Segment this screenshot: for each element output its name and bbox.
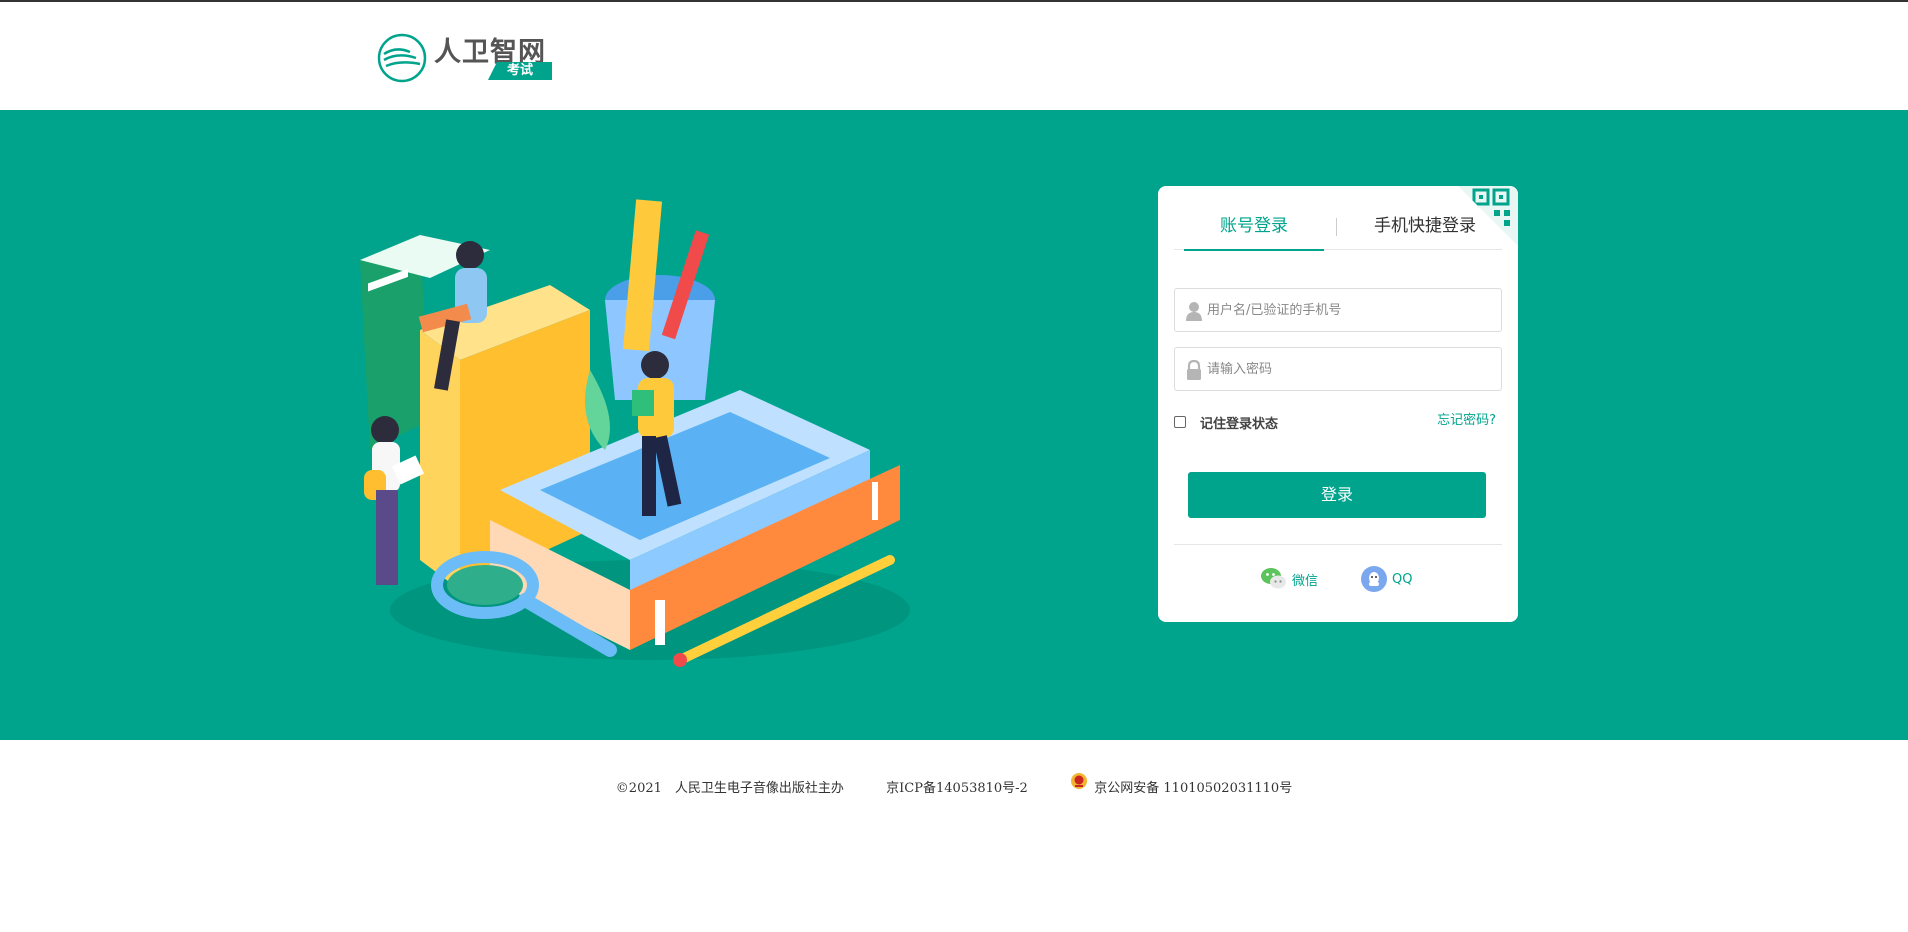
footer-copyright: ©2021 人民卫生电子音像出版社主办 <box>615 781 844 796</box>
logo-mark-icon <box>377 33 427 83</box>
user-icon <box>1186 302 1202 321</box>
hero-banner: 账号登录 手机快捷登录 记住登录状态 忘记密码? 登录 <box>0 110 1908 740</box>
username-input[interactable] <box>1207 289 1497 331</box>
remember-checkbox[interactable] <box>1174 416 1186 428</box>
forgot-password-link[interactable]: 忘记密码? <box>1437 409 1496 428</box>
remember-login: 记住登录状态 <box>1174 412 1278 432</box>
username-field <box>1174 288 1502 332</box>
site-header: 人卫智网 考试 <box>0 2 1908 110</box>
tab-account-login[interactable]: 账号登录 <box>1184 210 1324 251</box>
study-illustration <box>360 199 910 667</box>
social-divider <box>1174 544 1502 545</box>
wechat-login[interactable]: 微信 <box>1260 564 1318 594</box>
tab-divider <box>1336 218 1337 236</box>
footer-icp-link[interactable]: 京ICP备14053810号-2 <box>886 777 1028 796</box>
login-button[interactable]: 登录 <box>1188 472 1486 518</box>
qq-icon <box>1361 566 1387 592</box>
login-card: 账号登录 手机快捷登录 记住登录状态 忘记密码? 登录 <box>1158 186 1518 622</box>
lock-icon <box>1187 360 1201 380</box>
qq-login[interactable]: QQ <box>1360 564 1412 594</box>
tab-phone-login[interactable]: 手机快捷登录 <box>1350 210 1500 250</box>
footer-info: ©2021 人民卫生电子音像出版社主办 京ICP备14053810号-2 京公网… <box>0 772 1908 796</box>
qq-label: QQ <box>1392 571 1413 587</box>
password-field <box>1174 347 1502 391</box>
login-tabs: 账号登录 手机快捷登录 <box>1174 210 1502 251</box>
logo-tag: 考试 <box>488 62 552 80</box>
site-footer: ©2021 人民卫生电子音像出版社主办 京ICP备14053810号-2 京公网… <box>0 740 1908 932</box>
footer-police-record[interactable]: 京公网安备 11010502031110号 <box>1094 777 1292 796</box>
wechat-label: 微信 <box>1292 573 1319 589</box>
site-logo[interactable]: 人卫智网 考试 <box>376 30 556 83</box>
password-input[interactable] <box>1207 348 1497 390</box>
wechat-icon <box>1261 568 1286 589</box>
police-badge-icon <box>1071 773 1088 789</box>
remember-label: 记住登录状态 <box>1200 416 1279 432</box>
